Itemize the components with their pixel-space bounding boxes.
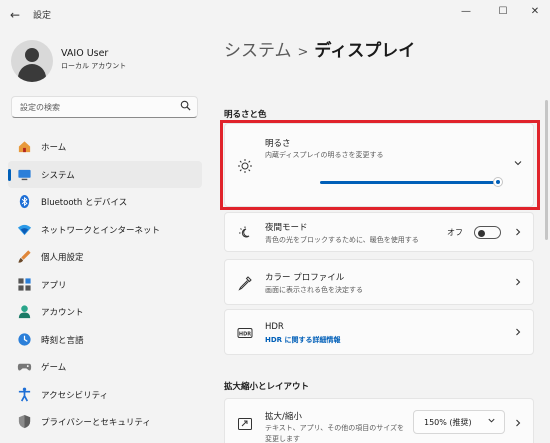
night-light-toggle[interactable] (474, 226, 501, 239)
minimize-button[interactable]: — (452, 3, 480, 21)
sidebar-item-label: アカウント (41, 308, 84, 318)
scale-dropdown-value: 150% (推奨) (424, 418, 472, 427)
scale-description-line1: テキスト、アプリ、その他の項目のサイズを (265, 424, 405, 432)
color-profile-description: 画面に表示される色を決定する (265, 286, 363, 294)
personalization-icon (17, 249, 32, 264)
sidebar-item-gaming[interactable]: ゲーム (8, 353, 202, 381)
search-input[interactable]: 設定の検索 (11, 96, 198, 118)
sidebar-item-label: 時刻と言語 (41, 335, 84, 346)
network-icon (17, 222, 32, 237)
page-title: ディスプレイ (314, 41, 416, 61)
home-icon (17, 139, 32, 154)
sidebar-item-label: アプリ (41, 280, 67, 291)
sidebar-item-label: ホーム (41, 143, 67, 153)
user-account-type: ローカル アカウント (61, 62, 127, 70)
avatar (11, 40, 53, 82)
section-title-scale-layout: 拡大縮小とレイアウト (224, 382, 310, 392)
shield-icon (17, 414, 32, 429)
sidebar-item-accounts[interactable]: アカウント (8, 298, 202, 326)
chevron-right-icon[interactable] (513, 327, 523, 340)
chevron-right-icon[interactable] (513, 277, 523, 290)
title-bar: ← 設定 — ☐ ✕ (0, 0, 550, 30)
sidebar-item-personalization[interactable]: 個人用設定 (8, 243, 202, 271)
chevron-down-icon (487, 416, 496, 427)
sidebar-item-time-language[interactable]: 時刻と言語 (8, 326, 202, 354)
time-language-icon (17, 332, 32, 347)
night-light-card[interactable]: 夜間モード 青色の光をブロックするために、暖色を使用する オフ (224, 212, 534, 252)
close-button[interactable]: ✕ (521, 3, 549, 21)
search-icon (180, 100, 191, 114)
scale-icon (237, 416, 253, 432)
sidebar-item-system[interactable]: システム (8, 160, 202, 188)
sidebar-item-accessibility[interactable]: アクセシビリティ (8, 381, 202, 409)
scale-dropdown[interactable]: 150% (推奨) (413, 410, 505, 434)
color-profile-card[interactable]: カラー プロファイル 画面に表示される色を決定する (224, 259, 534, 305)
back-button[interactable]: ← (6, 6, 24, 24)
scale-title: 拡大/縮小 (265, 412, 302, 422)
hdr-icon: HDR (237, 325, 253, 341)
scale-card[interactable]: 拡大/縮小 テキスト、アプリ、その他の項目のサイズを 変更します 150% (推… (224, 398, 534, 443)
sidebar-item-apps[interactable]: アプリ (8, 271, 202, 299)
hdr-card[interactable]: HDR HDR HDR に関する詳細情報 (224, 309, 534, 355)
app-title: 設定 (33, 11, 52, 21)
sidebar-item-privacy[interactable]: プライバシーとセキュリティ (8, 408, 202, 436)
chevron-right-icon[interactable] (513, 418, 523, 431)
breadcrumb-separator: > (297, 45, 309, 60)
sidebar-item-label: アクセシビリティ (41, 390, 109, 401)
night-light-description: 青色の光をブロックするために、暖色を使用する (265, 236, 419, 244)
gaming-icon (17, 359, 32, 374)
search-placeholder: 設定の検索 (20, 103, 60, 112)
sidebar-item-label: 個人用設定 (41, 253, 84, 263)
sidebar-item-home[interactable]: ホーム (8, 133, 202, 161)
sidebar-item-network[interactable]: ネットワークとインターネット (8, 216, 202, 244)
user-name: VAIO User (61, 48, 109, 59)
bluetooth-icon (17, 194, 32, 209)
breadcrumb: システム > ディスプレイ (224, 36, 415, 61)
night-light-title: 夜間モード (265, 223, 308, 233)
night-light-icon (237, 225, 253, 241)
svg-text:HDR: HDR (239, 332, 251, 338)
night-light-state: オフ (447, 228, 463, 237)
accounts-icon (17, 304, 32, 319)
eyedropper-icon (237, 275, 253, 291)
hdr-learn-more-link[interactable]: HDR に関する詳細情報 (265, 335, 341, 345)
sidebar-item-label: システム (41, 170, 75, 181)
section-title-brightness-color: 明るさと色 (224, 110, 267, 120)
sidebar-item-label: Bluetooth とデバイス (41, 198, 128, 208)
sidebar-item-label: ネットワークとインターネット (41, 225, 161, 236)
sidebar-item-bluetooth[interactable]: Bluetooth とデバイス (8, 188, 202, 216)
sidebar-item-label: ゲーム (41, 363, 67, 373)
highlight-box (220, 120, 540, 210)
maximize-button[interactable]: ☐ (489, 3, 517, 21)
color-profile-title: カラー プロファイル (265, 273, 345, 283)
sidebar-nav: ホーム システム Bluetooth とデバイス ネットワークとインターネット … (8, 133, 202, 436)
scale-description-line2: 変更します (265, 435, 300, 443)
accessibility-icon (17, 387, 32, 402)
chevron-right-icon[interactable] (513, 227, 523, 240)
apps-icon (17, 277, 32, 292)
system-icon (17, 167, 32, 182)
hdr-title: HDR (265, 322, 284, 332)
breadcrumb-parent[interactable]: システム (224, 41, 292, 61)
sidebar-item-label: プライバシーとセキュリティ (41, 418, 151, 428)
scrollbar[interactable] (545, 100, 548, 240)
